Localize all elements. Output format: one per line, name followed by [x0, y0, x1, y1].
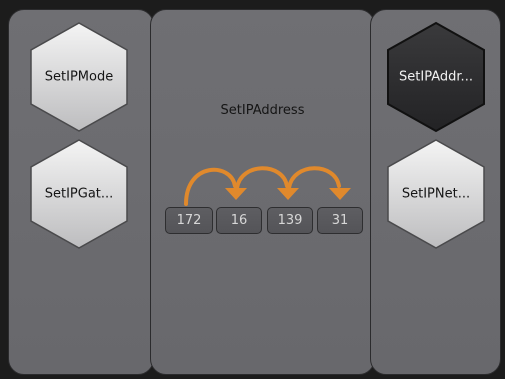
- left-block-panel[interactable]: SetIPMode SetIPGat...: [8, 9, 154, 375]
- app-window: SetIPMode SetIPGat... SetIPAddress 172 1…: [0, 0, 505, 379]
- setipnetmask-block[interactable]: SetIPNet...: [386, 138, 486, 250]
- arrow-head-icon: [225, 188, 247, 200]
- ip-octet-1[interactable]: 172: [165, 207, 213, 234]
- hexagon-shape: [387, 21, 485, 133]
- setipmode-block[interactable]: SetIPMode: [29, 21, 129, 133]
- hexagon-shape: [30, 22, 128, 132]
- setipaddress-block[interactable]: SetIPAddr...: [386, 21, 486, 133]
- ip-octet-4[interactable]: 31: [317, 207, 363, 234]
- ip-octet-2[interactable]: 16: [216, 207, 262, 234]
- hexagon-shape: [30, 139, 128, 249]
- arrow-head-icon: [277, 188, 299, 200]
- arrow-head-icon: [329, 188, 351, 200]
- right-block-panel[interactable]: SetIPAddr... SetIPNet...: [370, 9, 501, 375]
- ip-octet-3[interactable]: 139: [267, 207, 313, 234]
- flow-arrow: [287, 166, 341, 190]
- detail-panel: SetIPAddress 172 16 139 31: [150, 9, 375, 375]
- flow-arrow: [235, 166, 289, 190]
- flow-arrow: [184, 167, 237, 206]
- setipgateway-block[interactable]: SetIPGat...: [29, 138, 129, 250]
- hexagon-shape: [387, 139, 485, 249]
